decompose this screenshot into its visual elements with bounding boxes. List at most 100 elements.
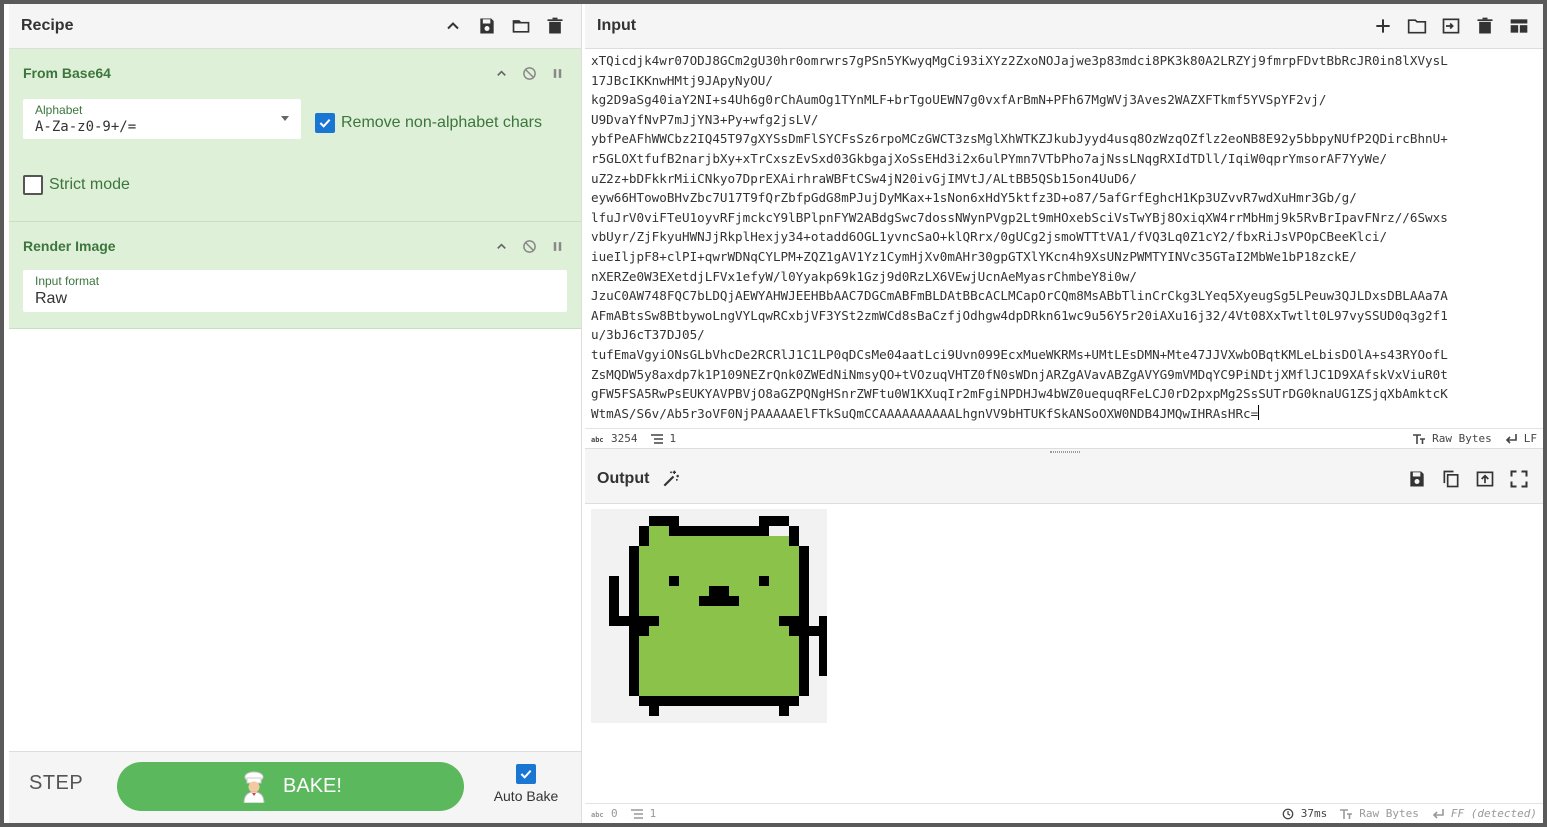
clock-icon [1282,808,1294,819]
folder-icon[interactable] [507,12,535,40]
pixel [639,536,789,546]
pixel [639,646,799,656]
chevron-up-icon[interactable] [439,12,467,40]
open-file-icon[interactable] [1437,12,1465,40]
input-line: ybfPeAFhWWCbz2IQ45T97gXYSsDmFlSYCFsSz6rp… [591,131,1448,147]
pixel [659,616,779,626]
input-line: iueIljpF8+clPI+qwrWDNqCYLPM+ZQZ1gAV1Yz1C… [591,248,1357,264]
pixel [629,636,639,696]
pixel [629,546,639,626]
input-line: u/3bJ6cT37DJ05/ [591,327,705,343]
input-format-label: Input format [35,274,100,288]
strict-mode-label: Strict mode [49,176,130,193]
bake-time: 37ms [1281,807,1327,820]
pixel [809,626,819,636]
input-title: Input [597,17,637,34]
input-textarea[interactable]: xTQicdjk4wr07ODJ8GCm2gU30hr0omrwrs7gPSn5… [591,51,1541,427]
abc-icon: abc [591,436,604,444]
pixel [619,616,629,626]
bake-button[interactable]: BAKE! [117,762,464,811]
checkbox-unchecked-icon [23,175,43,195]
remove-non-alphabet-label: Remove non-alphabet chars [341,114,543,131]
bake-label: BAKE! [283,775,342,797]
pause-icon[interactable] [547,236,567,256]
input-panel: Input xTQicdjk4wr07ODJ8GCm2gU30hr0omrwrs… [585,4,1543,448]
input-line: U9DvaYfNvP7mJjYN3+Py+wfg2jsLV/ [591,111,819,127]
checkbox-checked-icon [516,764,536,784]
return-icon [1505,433,1517,444]
input-header: Input [585,4,1543,49]
lines-icon [650,433,663,444]
input-line: kg2D9aSg40iaY2NI+s4Uh6g0rChAumOg1TYnMLF+… [591,92,1327,108]
pixel [669,576,679,586]
pixel [639,666,799,676]
output-statusbar: abc 0 1 37ms Raw Bytes FF (detected) [585,803,1543,823]
line-count: 1 [650,432,676,445]
layout-icon[interactable] [1505,12,1533,40]
char-count: abc 0 [591,807,618,820]
disable-icon[interactable] [519,236,539,256]
step-button[interactable]: STEP [29,772,83,795]
pixel [649,706,659,716]
pixel [779,706,789,716]
remove-non-alphabet-checkbox[interactable]: Remove non-alphabet chars [315,113,542,133]
pixel [649,516,679,526]
pixel [639,636,799,646]
auto-bake-label: Auto Bake [493,788,559,804]
grip-icon [1050,451,1080,453]
input-encoding[interactable]: Raw Bytes [1412,432,1492,445]
input-line: uZ2z+bDFkkrMiiCNkyo7DprEXAirhraWBFtCSw4j… [591,170,1137,186]
pixel [669,526,679,536]
magic-wand-icon[interactable] [657,465,685,493]
open-folder-icon[interactable] [1403,12,1431,40]
pixel [639,606,799,616]
pixel [639,676,799,686]
chevron-up-icon[interactable] [491,63,511,83]
add-tab-icon[interactable] [1369,12,1397,40]
copy-icon[interactable] [1437,465,1465,493]
app-window: Recipe From Base64 Alphabet A-Za-z0-9+/=… [4,4,1543,823]
save-icon[interactable] [1403,465,1431,493]
text-format-icon [1413,433,1426,444]
text-format-icon [1340,808,1353,819]
op-title: From Base64 [23,65,111,81]
auto-bake-checkbox[interactable]: Auto Bake [491,764,561,804]
text-caret [1258,404,1260,420]
alphabet-select[interactable]: Alphabet A-Za-z0-9+/= [23,99,301,139]
trash-icon[interactable] [1471,12,1499,40]
input-line: WtmAS/S6v/Ab5r3oVF0NjPAAAAAElFTkSuQmCCAA… [591,404,1260,421]
pixel [639,546,799,556]
pixel [609,576,619,616]
maximise-icon[interactable] [1505,465,1533,493]
trash-icon[interactable] [541,12,569,40]
output-header: Output [585,454,1543,504]
input-line: lfuJrV0viFTeU1oyvRFjmckcY9lBPlpnFYW2ABdg… [591,209,1448,225]
output-encoding[interactable]: Raw Bytes [1339,807,1419,820]
input-eol[interactable]: LF [1504,432,1537,445]
strict-mode-checkbox[interactable]: Strict mode [23,175,130,195]
replace-input-icon[interactable] [1471,465,1499,493]
input-line: r5GLOXtfufB2narjbXy+xTrCxszEvSxd03Gkbgaj… [591,150,1388,166]
output-title: Output [597,469,650,487]
pixel [759,516,789,526]
rendered-image [591,509,829,723]
disable-icon[interactable] [519,63,539,83]
input-format-select[interactable]: Input format Raw [23,270,567,312]
svg-text:abc: abc [591,811,604,819]
pixel [799,546,809,626]
dropdown-arrow-icon [281,116,289,121]
output-eol[interactable]: FF (detected) [1431,807,1537,820]
abc-icon: abc [591,811,604,819]
pixel [609,616,619,626]
pause-icon[interactable] [547,63,567,83]
save-icon[interactable] [473,12,501,40]
pixel [789,526,799,546]
op-title: Render Image [23,238,116,254]
pixel [629,626,649,636]
chef-icon [243,771,265,803]
pixel [639,566,799,576]
pixel [709,586,729,596]
pixel [639,616,659,626]
cat-pixel-art-icon [609,516,829,716]
chevron-up-icon[interactable] [491,236,511,256]
